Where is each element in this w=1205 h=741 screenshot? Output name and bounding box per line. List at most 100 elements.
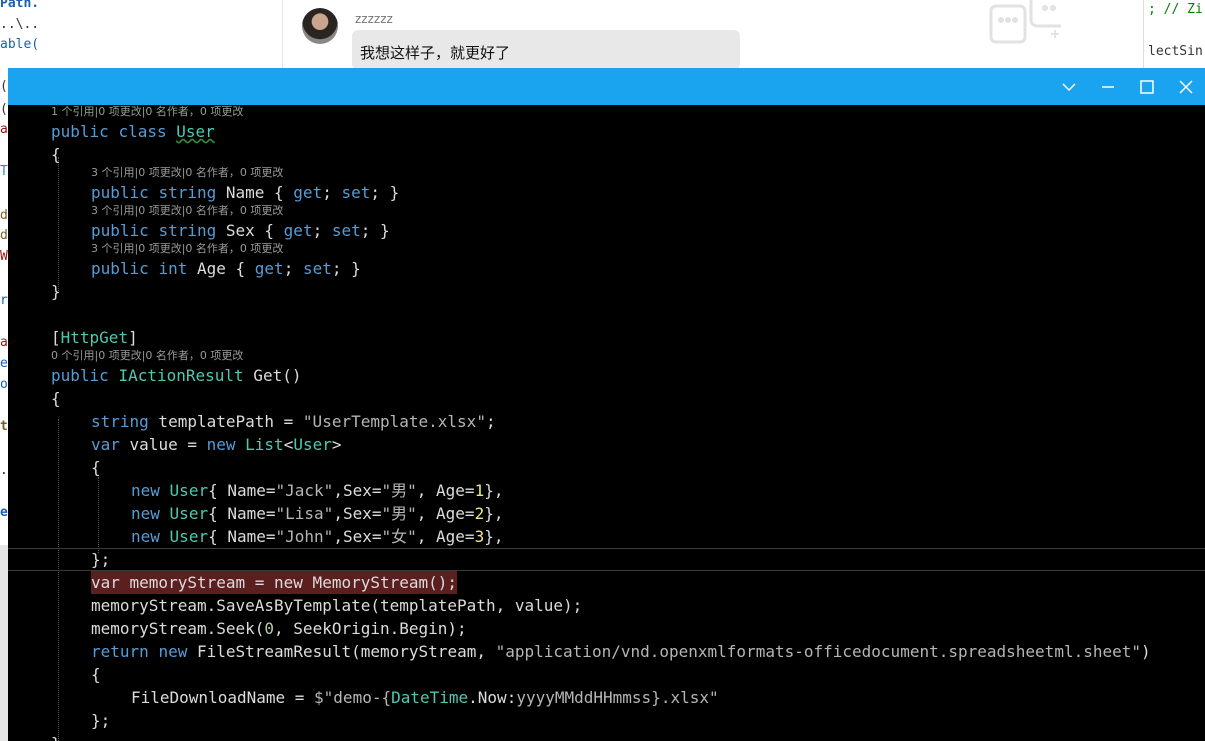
code-token: Name { xyxy=(216,183,294,202)
bg-code-fragment: r xyxy=(0,293,8,308)
code-token: return xyxy=(91,642,149,661)
code-line: return new FileStreamResult(memoryStream… xyxy=(91,640,1151,663)
code-token: User xyxy=(169,504,209,523)
code-token: "John" xyxy=(275,527,334,546)
code-token: ,Sex= xyxy=(333,481,382,500)
editor-gutter[interactable] xyxy=(8,105,17,741)
chat-empty-pane xyxy=(891,0,1143,68)
code-token: IActionResult xyxy=(118,366,244,385)
code-line: public class User xyxy=(51,120,215,143)
code-token: }.xlsx" xyxy=(651,688,719,707)
chat-bubbles-icon xyxy=(989,0,1061,44)
code-line: memoryStream.SaveAsByTemplate(templatePa… xyxy=(91,594,582,617)
code-token: (memoryStream, xyxy=(351,642,496,661)
codelens-info[interactable]: 1 个引用|0 项更改|0 名作者，0 项更改 xyxy=(51,105,243,119)
code-token: public xyxy=(91,259,149,278)
bg-code-fragment: ; // Zi xyxy=(1148,2,1203,17)
code-token: public xyxy=(91,183,149,202)
code-token: set xyxy=(331,221,361,240)
bg-code-fragment: e xyxy=(0,356,8,371)
code-line: var value = new List<User> xyxy=(91,433,342,456)
chat-username: zzzzzz xyxy=(355,12,393,26)
chat-message-bubble[interactable]: 我想这样子，就更好了 xyxy=(352,30,740,70)
code-token: HttpGet xyxy=(60,328,129,347)
code-token: User xyxy=(169,527,209,546)
code-token: ; xyxy=(312,221,332,240)
codelens-info[interactable]: 0 个引用|0 项更改|0 名作者，0 项更改 xyxy=(51,349,243,363)
bg-code-fragment: d xyxy=(0,208,8,223)
avatar[interactable] xyxy=(302,8,338,44)
bg-code-fragment: a xyxy=(0,122,8,137)
code-token: get xyxy=(254,259,284,278)
code-token: { Name= xyxy=(208,504,276,523)
codelens-info[interactable]: 3 个引用|0 项更改|0 名作者，0 项更改 xyxy=(91,204,283,218)
code-line: string templatePath = "UserTemplate.xlsx… xyxy=(91,410,496,433)
code-line: public string Sex { get; set; } xyxy=(91,219,390,242)
code-token: get xyxy=(293,183,323,202)
code-token: string xyxy=(158,183,217,202)
minimize-button[interactable] xyxy=(1089,68,1127,105)
code-token: "男" xyxy=(381,481,417,500)
code-token: "男" xyxy=(381,504,417,523)
bg-code-fragment: lectSin xyxy=(1148,44,1203,59)
code-token: public xyxy=(91,221,149,240)
code-line: { xyxy=(91,665,101,684)
code-token: new xyxy=(206,435,236,454)
bg-code-fragment: ( xyxy=(0,102,8,117)
code-token: templatePath = xyxy=(148,412,303,431)
code-line: [HttpGet] xyxy=(51,326,138,349)
code-token: FileStreamResult xyxy=(196,642,352,661)
code-token: .Now: xyxy=(468,688,517,707)
bg-code-fragment: able( xyxy=(0,37,40,52)
chat-message-text: 我想这样子，就更好了 xyxy=(360,44,511,62)
code-token: public xyxy=(51,366,109,385)
code-token: ; } xyxy=(360,221,390,240)
code-token: ); xyxy=(563,596,583,615)
code-token: set xyxy=(341,183,371,202)
code-line: FileDownloadName = $"demo-{DateTime.Now:… xyxy=(131,686,719,709)
code-area[interactable]: 1 个引用|0 项更改|0 名作者，0 项更改 public class Use… xyxy=(8,105,1205,741)
code-token: Age { xyxy=(187,259,255,278)
code-line: public IActionResult Get() xyxy=(51,364,301,387)
code-line-breakpoint-highlight[interactable]: var memoryStream = new MemoryStream(); xyxy=(91,571,458,594)
code-token: memoryStream.Seek( xyxy=(91,619,265,638)
code-token: { Name= xyxy=(208,527,276,546)
code-line: public string Name { get; set; } xyxy=(91,181,399,204)
code-line: new User{ Name="John",Sex="女", Age=3}, xyxy=(131,525,503,548)
chevron-down-button[interactable] xyxy=(1050,68,1088,105)
close-icon xyxy=(1179,79,1193,94)
code-token: ; } xyxy=(370,183,400,202)
code-line: memoryStream.Seek(0, SeekOrigin.Begin); xyxy=(91,617,467,640)
minimize-icon xyxy=(1102,85,1114,88)
indent-guide xyxy=(58,419,59,741)
code-token: Get() xyxy=(243,366,302,385)
code-token: ) xyxy=(1141,642,1151,661)
code-line: public int Age { get; set; } xyxy=(91,257,361,280)
code-token: set xyxy=(302,259,332,278)
code-token: , Age= xyxy=(416,527,475,546)
maximize-button[interactable] xyxy=(1128,68,1166,105)
bg-code-fragment: Path. xyxy=(0,0,40,11)
bg-code-fragment: ( xyxy=(0,79,8,94)
codelens-info[interactable]: 3 个引用|0 项更改|0 名作者，0 项更改 xyxy=(91,166,283,180)
code-token: 1 xyxy=(474,481,485,500)
code-line: { xyxy=(91,458,101,477)
close-button[interactable] xyxy=(1167,68,1205,105)
code-token: }, xyxy=(484,527,504,546)
code-token: templatePath, value xyxy=(379,596,564,615)
code-token: var xyxy=(91,435,120,454)
code-token: Sex { xyxy=(216,221,284,240)
bg-code-fragment: e xyxy=(0,505,8,520)
code-token: public xyxy=(51,122,109,141)
code-token: ; xyxy=(485,412,496,431)
code-token: ,Sex= xyxy=(333,527,382,546)
window-titlebar[interactable] xyxy=(8,68,1205,105)
code-token: > xyxy=(331,435,342,454)
background-right-code: ; // Zi lectSin xyxy=(1143,0,1205,68)
code-line: { xyxy=(51,389,61,408)
code-token: string xyxy=(158,221,217,240)
codelens-info[interactable]: 3 个引用|0 项更改|0 名作者，0 项更改 xyxy=(91,242,283,256)
code-line: }; xyxy=(91,711,111,730)
